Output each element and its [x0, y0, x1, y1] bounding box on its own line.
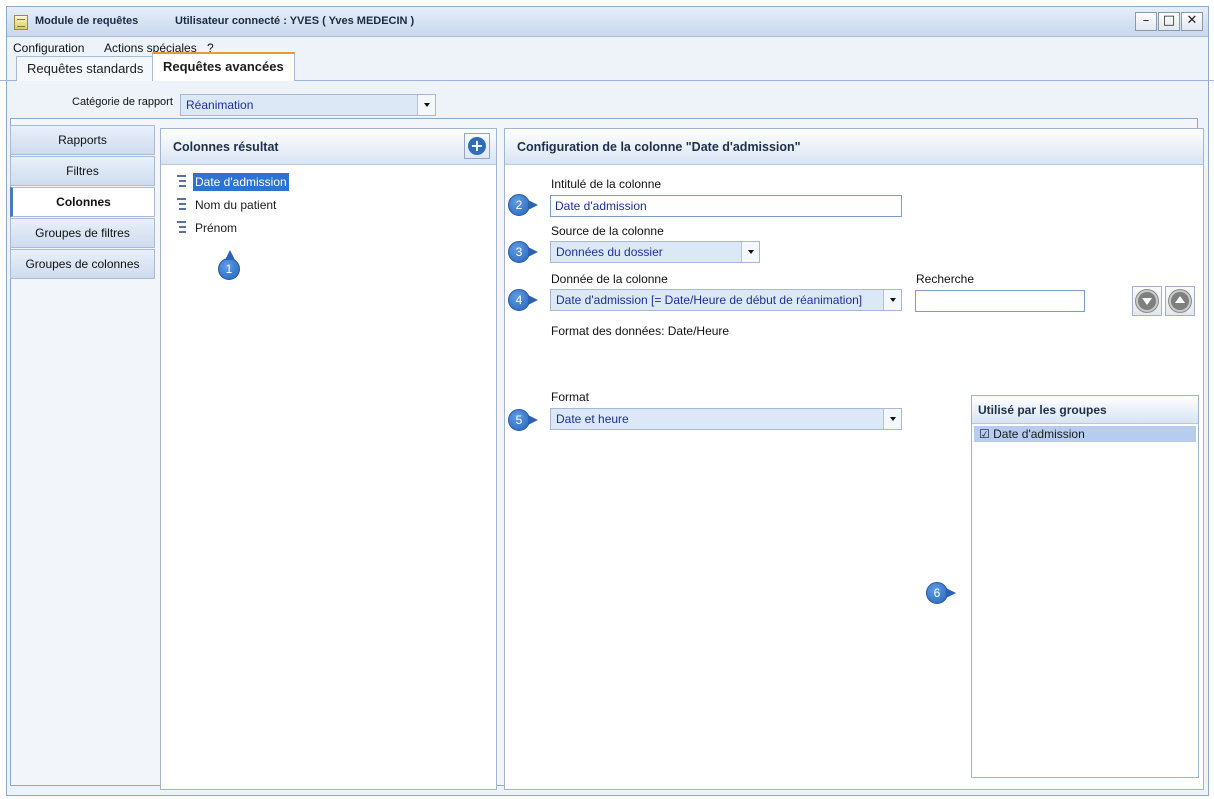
maximize-button[interactable]: □	[1158, 12, 1180, 31]
list-icon	[173, 196, 186, 212]
result-columns-header: Colonnes résultat	[161, 129, 496, 165]
tab-advanced-queries[interactable]: Requêtes avancées	[152, 52, 295, 81]
column-item-label: Date d'admission	[193, 173, 289, 191]
nav-item-column-groups[interactable]: Groupes de colonnes	[10, 249, 155, 279]
column-config-header: Configuration de la colonne "Date d'admi…	[505, 129, 1203, 165]
format-value: Date et heure	[556, 412, 629, 426]
category-value: Réanimation	[186, 98, 254, 112]
column-source-value: Données du dossier	[556, 245, 663, 259]
add-column-button[interactable]: +	[464, 133, 490, 159]
result-columns-panel: Colonnes résultat + Date d'admission Nom…	[160, 128, 497, 790]
format-label: Format	[551, 390, 590, 404]
side-nav: Rapports Filtres Colonnes Groupes de fil…	[10, 125, 155, 280]
title-bar: Module de requêtes Utilisateur connecté …	[7, 7, 1208, 37]
callout-badge-6: 6	[926, 582, 956, 604]
plus-icon: +	[468, 137, 486, 155]
column-item-label: Nom du patient	[195, 198, 277, 212]
callout-badge-3: 3	[508, 241, 538, 263]
category-label: Catégorie de rapport	[72, 96, 173, 108]
callout-badge-1: 1	[218, 250, 240, 280]
column-data-select[interactable]: Date d'admission [= Date/Heure de début …	[550, 289, 902, 311]
column-item-label: Prénom	[195, 221, 238, 235]
nav-item-filter-groups[interactable]: Groupes de filtres	[10, 218, 155, 248]
callout-badge-2: 2	[508, 194, 538, 216]
checkbox-checked-icon[interactable]: ☑	[979, 427, 990, 441]
category-select[interactable]: Réanimation	[180, 94, 436, 116]
column-title-label: Intitulé de la colonne	[551, 177, 662, 191]
list-icon	[173, 219, 186, 235]
callout-badge-5: 5	[508, 409, 538, 431]
nav-item-filters[interactable]: Filtres	[10, 156, 155, 186]
column-source-label: Source de la colonne	[551, 224, 664, 238]
menu-configuration[interactable]: Configuration	[13, 41, 84, 55]
format-select[interactable]: Date et heure	[550, 408, 902, 430]
used-by-groups-header: Utilisé par les groupes	[972, 396, 1198, 424]
dropdown-arrow-icon	[741, 242, 759, 262]
data-format-text: Format des données: Date/Heure	[551, 324, 730, 338]
group-item-label: Date d'admission	[993, 427, 1085, 441]
column-data-value: Date d'admission [= Date/Heure de début …	[556, 293, 863, 307]
user-info: Utilisateur connecté : YVES ( Yves MEDEC…	[175, 15, 415, 27]
window-title: Module de requêtes	[35, 15, 139, 27]
callout-badge-4: 4	[508, 289, 538, 311]
search-input[interactable]	[915, 290, 1085, 312]
move-up-button[interactable]	[1165, 286, 1195, 316]
column-source-select[interactable]: Données du dossier	[550, 241, 760, 263]
used-by-groups-panel: Utilisé par les groupes ☑ Date d'admissi…	[971, 395, 1199, 778]
search-label: Recherche	[916, 272, 975, 286]
app-icon	[14, 15, 28, 30]
column-title-input[interactable]: Date d'admission	[550, 195, 902, 217]
move-down-button[interactable]	[1132, 286, 1162, 316]
dropdown-arrow-icon	[883, 409, 901, 429]
list-item[interactable]: ☑ Date d'admission	[974, 426, 1196, 442]
tab-standard-queries[interactable]: Requêtes standards	[16, 56, 155, 81]
nav-item-reports[interactable]: Rapports	[10, 125, 155, 155]
list-icon	[173, 173, 186, 189]
nav-item-columns[interactable]: Colonnes	[10, 187, 155, 217]
dropdown-arrow-icon	[883, 290, 901, 310]
minimize-button[interactable]: –	[1135, 12, 1157, 31]
dropdown-arrow-icon	[417, 95, 435, 115]
close-button[interactable]: ✕	[1181, 12, 1203, 31]
arrow-down-icon	[1136, 290, 1158, 312]
arrow-up-icon	[1169, 290, 1191, 312]
column-data-label: Donnée de la colonne	[551, 272, 668, 286]
